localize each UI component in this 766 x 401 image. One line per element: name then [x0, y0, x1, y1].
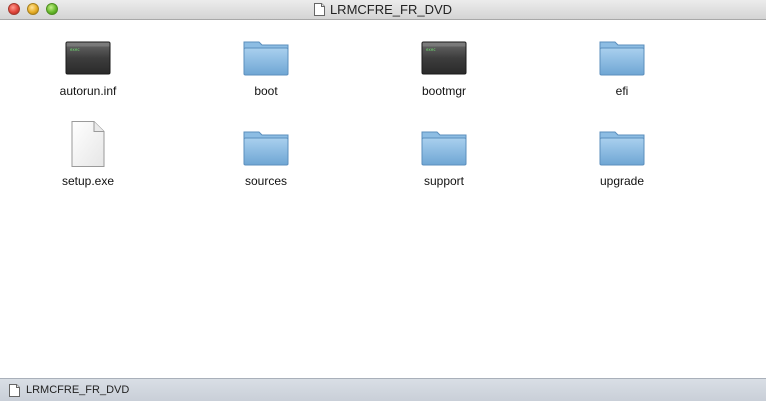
path-bar-item[interactable]: LRMCFRE_FR_DVD: [26, 384, 129, 396]
folder-icon: [599, 131, 645, 166]
folder-label: upgrade: [599, 174, 645, 188]
folder-item-upgrade[interactable]: upgrade: [552, 120, 692, 188]
file-item-bootmgr[interactable]: exec bootmgr: [374, 30, 514, 98]
document-icon: [71, 121, 105, 167]
file-grid: exec autorun.inf boot exec bootmgr efi s…: [0, 20, 766, 378]
folder-item-support[interactable]: support: [374, 120, 514, 188]
window-title-text: LRMCFRE_FR_DVD: [329, 2, 453, 17]
path-bar: LRMCFRE_FR_DVD: [0, 378, 766, 401]
folder-label: efi: [615, 84, 629, 98]
folder-icon: [421, 131, 467, 166]
folder-label: sources: [244, 174, 288, 188]
file-label: autorun.inf: [59, 84, 117, 98]
folder-icon: [243, 41, 289, 76]
title-bar[interactable]: LRMCFRE_FR_DVD: [0, 0, 766, 20]
folder-item-efi[interactable]: efi: [552, 30, 692, 98]
folder-icon: [599, 41, 645, 76]
window-title: LRMCFRE_FR_DVD: [0, 0, 766, 19]
svg-text:exec: exec: [426, 47, 436, 52]
file-label: setup.exe: [61, 174, 115, 188]
svg-text:exec: exec: [70, 47, 80, 52]
folder-item-boot[interactable]: boot: [196, 30, 336, 98]
file-item-setup[interactable]: setup.exe: [18, 120, 158, 188]
folder-label: boot: [254, 84, 278, 98]
file-item-autorun[interactable]: exec autorun.inf: [18, 30, 158, 98]
folder-icon: [243, 131, 289, 166]
executable-file-icon: exec: [421, 41, 467, 75]
folder-item-sources[interactable]: sources: [196, 120, 336, 188]
folder-label: support: [423, 174, 465, 188]
document-icon: [9, 383, 20, 397]
document-icon: [313, 3, 325, 16]
executable-file-icon: exec: [65, 41, 111, 75]
finder-window: LRMCFRE_FR_DVD exec autorun.inf boot exe…: [0, 0, 766, 401]
file-label: bootmgr: [421, 84, 467, 98]
